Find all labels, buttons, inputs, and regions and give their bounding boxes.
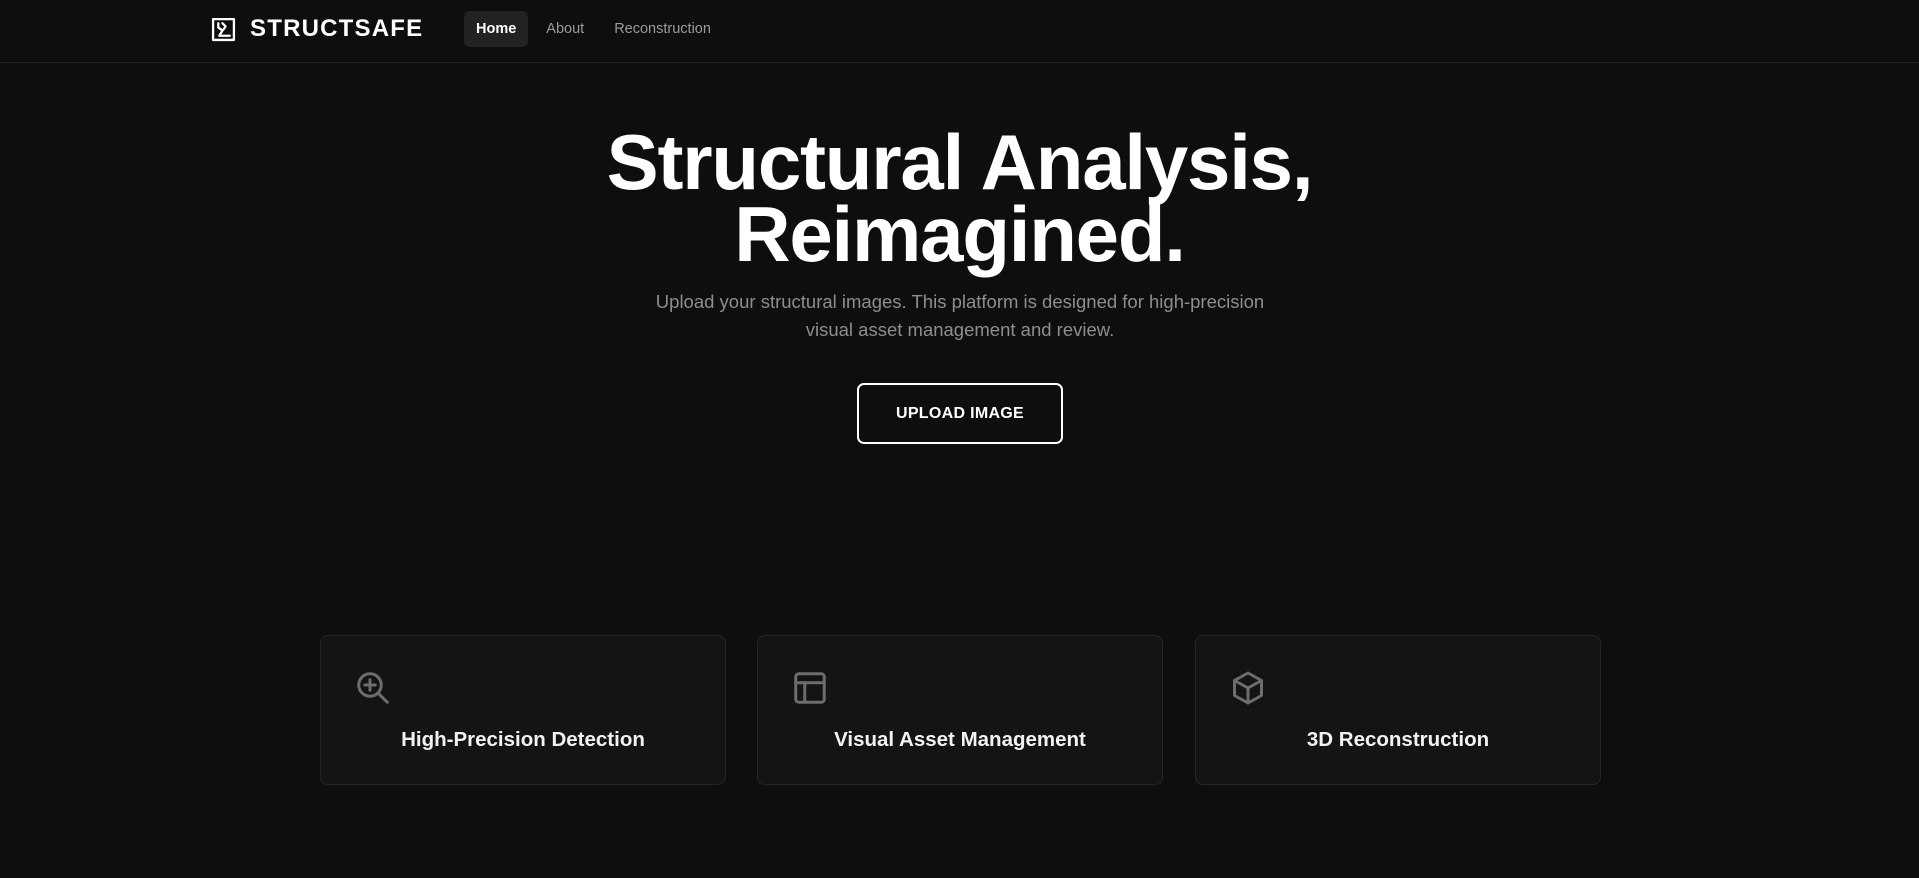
brand-name: STRUCTSAFE: [250, 15, 424, 42]
feature-card-3d-reconstruction: 3D Reconstruction: [1195, 635, 1601, 785]
feature-card-title: High-Precision Detection: [401, 728, 645, 751]
structsafe-logo-icon: [211, 17, 236, 41]
feature-card-asset-management: Visual Asset Management: [757, 635, 1163, 785]
nav-reconstruction-link[interactable]: Reconstruction: [602, 11, 723, 47]
cube-icon: [1233, 671, 1263, 705]
nav-about-link[interactable]: About: [534, 11, 596, 47]
top-navbar: STRUCTSAFE Home About Reconstruction: [0, 0, 1919, 63]
hero-title: Structural Analysis, Reimagined.: [0, 123, 1919, 273]
feature-card-detection: High-Precision Detection: [320, 635, 726, 785]
upload-image-button[interactable]: UPLOAD IMAGE: [857, 383, 1063, 444]
hero-subtitle-line1: Upload your structural images. This plat…: [655, 291, 1265, 312]
layout-icon: [794, 672, 826, 704]
feature-card-title: Visual Asset Management: [834, 728, 1086, 751]
hero-subtitle: Upload your structural images. This plat…: [620, 288, 1300, 344]
hero-title-line2: Reimagined.: [734, 190, 1186, 278]
feature-card-title: 3D Reconstruction: [1306, 728, 1490, 751]
main-nav: Home About Reconstruction: [464, 11, 723, 47]
hero-subtitle-line2: visual asset management and review.: [805, 319, 1115, 340]
nav-home-link[interactable]: Home: [464, 11, 529, 47]
zoom-in-icon: [357, 672, 389, 704]
brand-logo[interactable]: STRUCTSAFE: [211, 15, 423, 43]
